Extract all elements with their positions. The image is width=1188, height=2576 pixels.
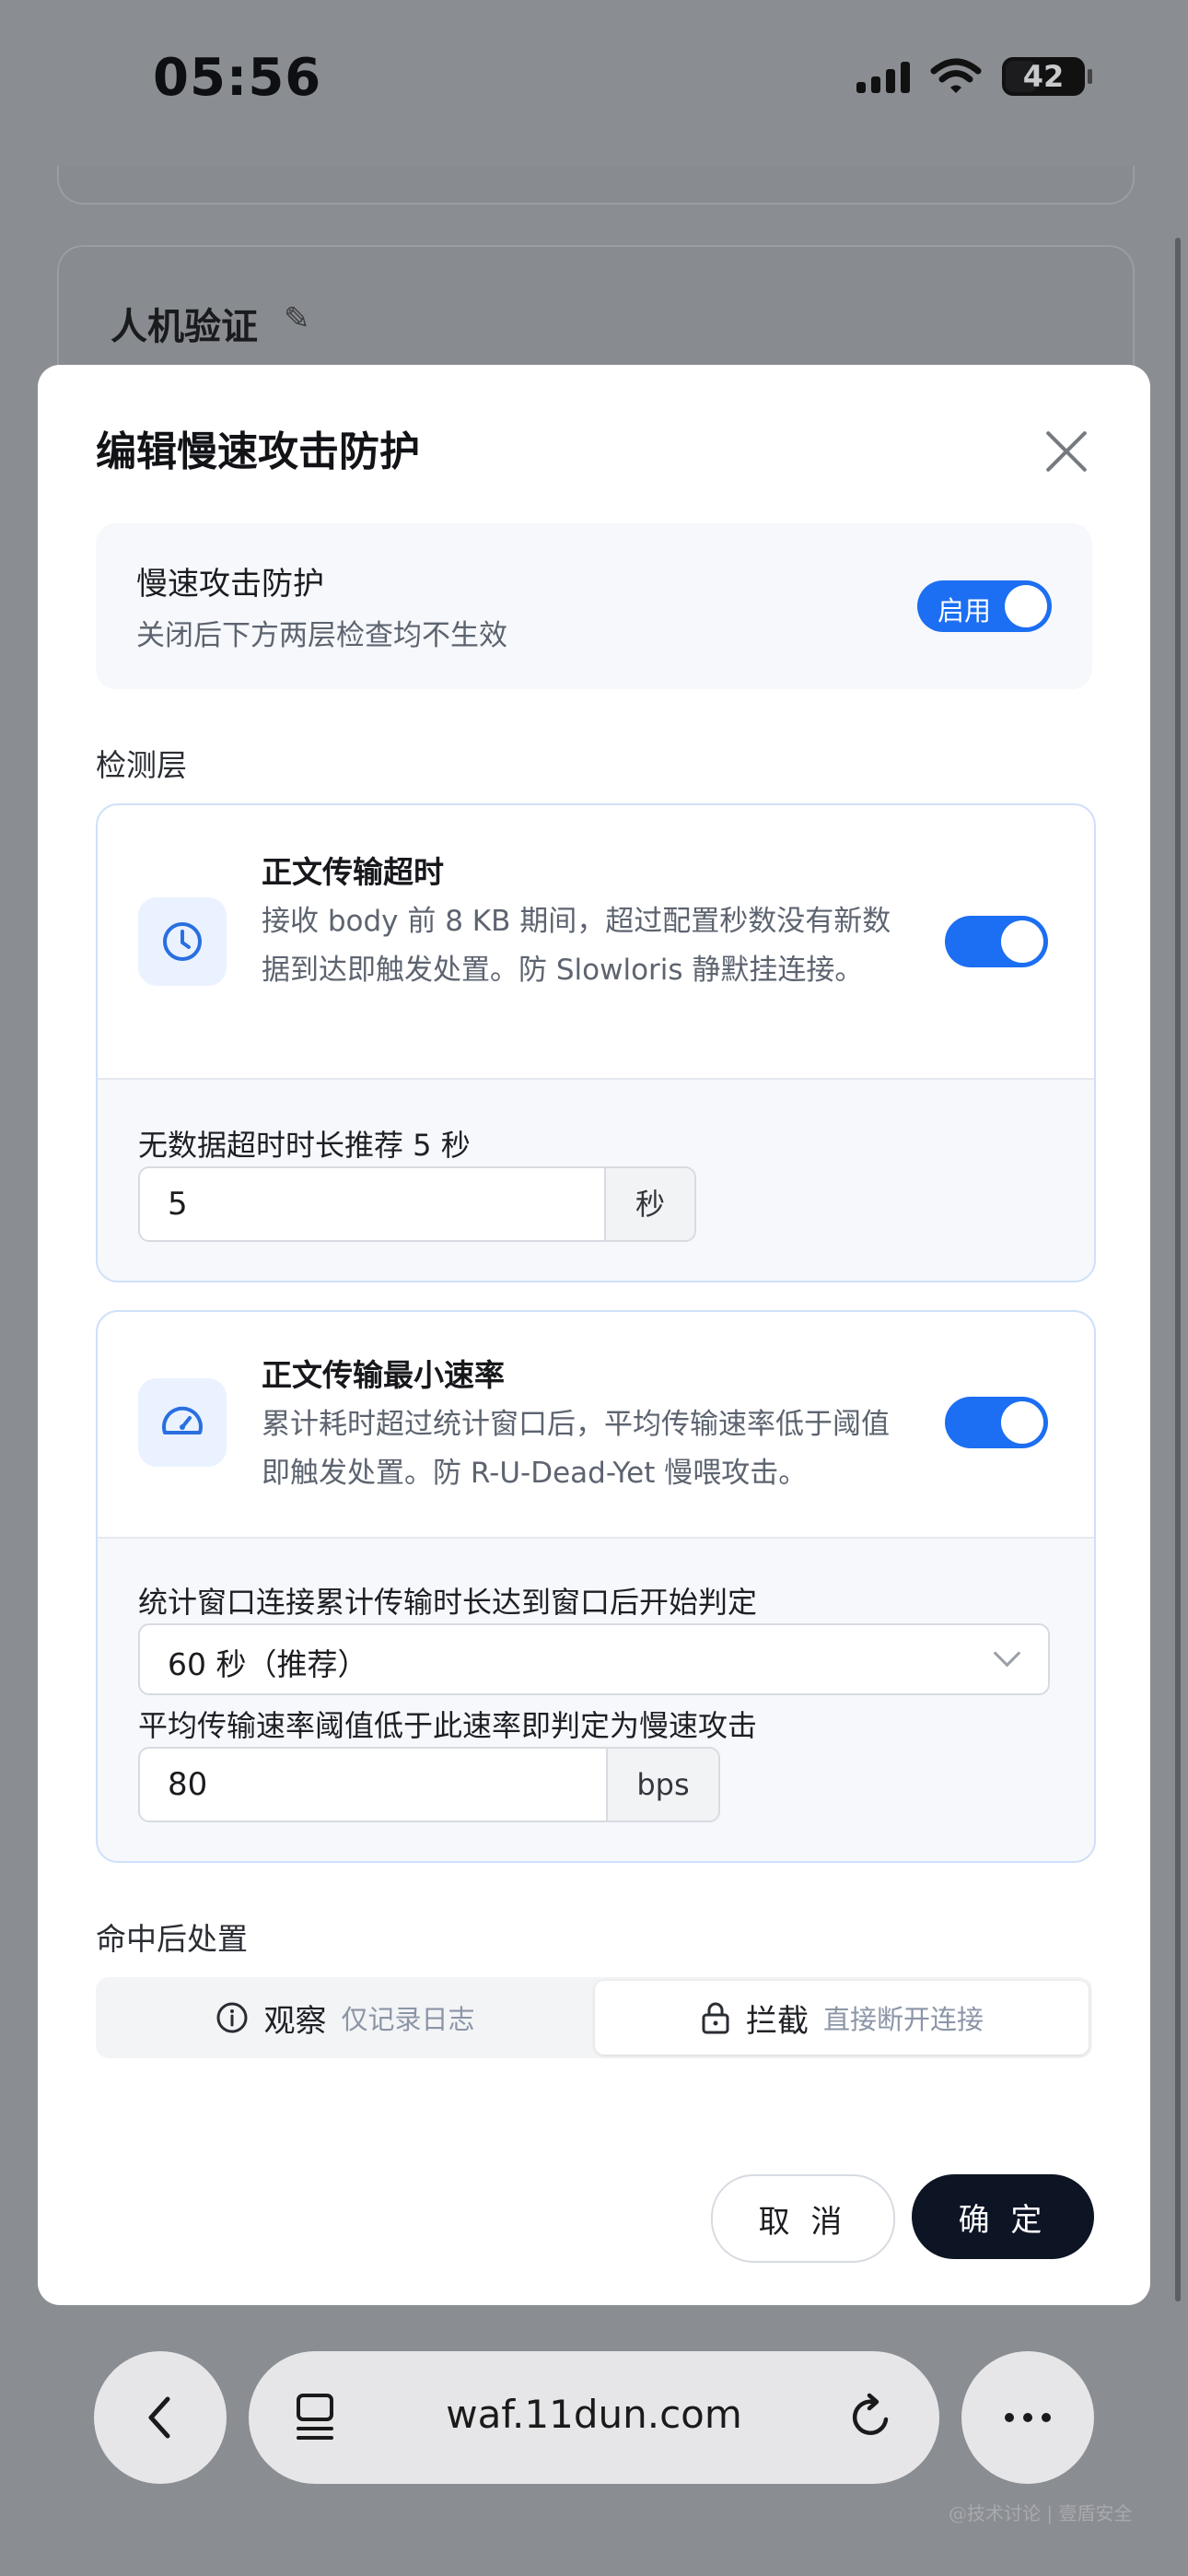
action-label: 命中后处置 <box>96 1921 248 1957</box>
battery-icon: 42 <box>1002 57 1092 96</box>
layer-description: 累计耗时超过统计窗口后，平均传输速率低于阈值即触发处置。防 R-U-Dead-Y… <box>262 1408 890 1490</box>
more-icon <box>1005 2413 1051 2422</box>
close-icon[interactable] <box>1042 427 1090 475</box>
cellular-signal-icon <box>856 60 910 93</box>
layer-description: 接收 body 前 8 KB 期间，超过配置秒数没有新数据到达即触发处置。防 S… <box>262 905 891 987</box>
rate-input[interactable]: 80 bps <box>138 1747 720 1822</box>
confirm-button[interactable]: 确 定 <box>912 2174 1094 2259</box>
url-text[interactable]: waf.11dun.com <box>249 2392 939 2437</box>
action-option-observe[interactable]: 观察 仅记录日志 <box>99 1981 591 2055</box>
more-button[interactable] <box>961 2351 1094 2484</box>
master-toggle-label: 启用 <box>938 595 992 626</box>
layer-toggle-min-rate[interactable] <box>945 1397 1048 1448</box>
speedometer-icon <box>138 1378 227 1467</box>
status-icons: 42 <box>856 57 1092 96</box>
address-bar[interactable]: waf.11dun.com <box>249 2351 939 2484</box>
lock-icon <box>702 2002 729 2034</box>
timeout-field-label: 无数据超时时长推荐 5 秒 <box>138 1128 471 1163</box>
window-select[interactable]: 60 秒（推荐） <box>138 1623 1050 1695</box>
rate-field-label: 平均传输速率阈值低于此速率即判定为慢速攻击 <box>138 1708 758 1743</box>
background-card-title: 人机验证 <box>111 306 258 348</box>
wifi-icon <box>930 58 982 93</box>
info-icon <box>216 2002 248 2033</box>
background-card-previous <box>57 166 1135 205</box>
edit-icon[interactable]: ✎ <box>284 300 310 337</box>
master-switch-title: 慢速攻击防护 <box>136 566 324 603</box>
chevron-left-icon <box>148 2396 170 2439</box>
timeout-unit: 秒 <box>604 1168 694 1240</box>
reload-icon[interactable] <box>845 2392 897 2443</box>
rate-unit: bps <box>606 1749 718 1821</box>
action-segmented-control: 观察 仅记录日志 拦截 直接断开连接 <box>96 1977 1092 2058</box>
status-time: 05:56 <box>153 48 322 108</box>
cancel-button[interactable]: 取 消 <box>711 2174 895 2263</box>
watermark: @技术讨论 | 壹盾安全 <box>949 2502 1133 2524</box>
scrollbar[interactable] <box>1175 238 1181 2301</box>
layer-title: 正文传输超时 <box>262 854 444 890</box>
window-field-label: 统计窗口连接累计传输时长达到窗口后开始判定 <box>138 1585 758 1620</box>
timeout-input[interactable]: 5 秒 <box>138 1166 696 1242</box>
chevron-down-icon <box>993 1639 1021 1668</box>
master-switch-description: 关闭后下方两层检查均不生效 <box>136 619 507 652</box>
clock-icon <box>138 897 227 986</box>
back-button[interactable] <box>94 2351 227 2484</box>
layer-title: 正文传输最小速率 <box>262 1357 505 1393</box>
detection-layers-label: 检测层 <box>96 747 187 783</box>
layer-toggle-body-timeout[interactable] <box>945 916 1048 967</box>
master-toggle[interactable]: 启用 <box>917 580 1052 632</box>
action-option-block[interactable]: 拦截 直接断开连接 <box>595 1981 1089 2055</box>
toggle-knob <box>1005 585 1047 627</box>
dialog-title: 编辑慢速攻击防护 <box>96 428 420 475</box>
